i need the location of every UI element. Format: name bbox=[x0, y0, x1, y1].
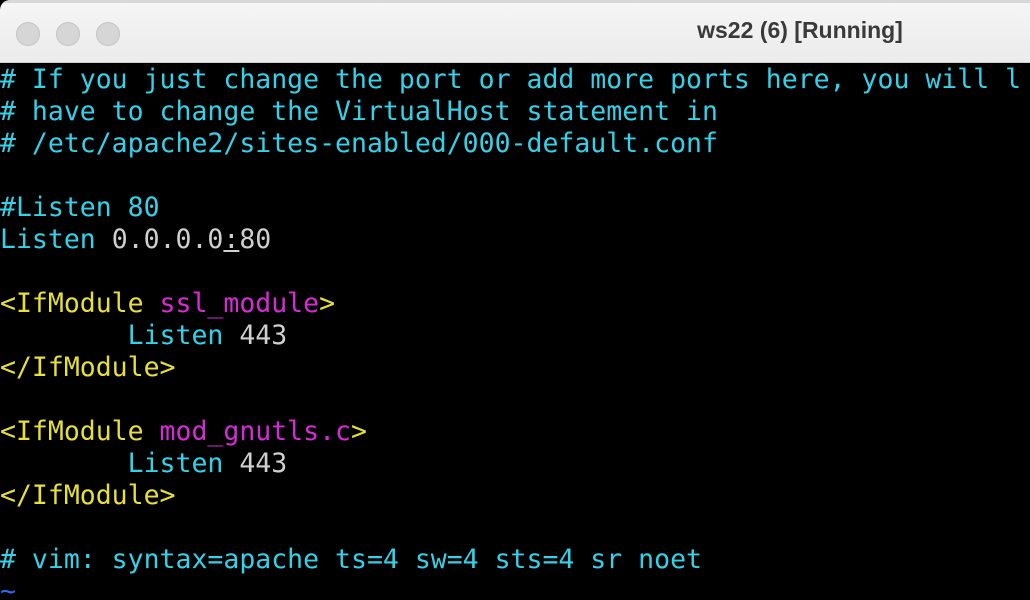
listen-port: 443 bbox=[223, 320, 288, 351]
ifmodule-open-tag: <IfModule bbox=[0, 416, 144, 447]
listen-port: 443 bbox=[223, 448, 288, 479]
terminal-line-13: Listen 443 bbox=[0, 448, 1030, 480]
titlebar-top-strip bbox=[0, 0, 1030, 3]
ifmodule-open-tag-close: > bbox=[351, 416, 367, 447]
terminal-line-10: </IfModule> bbox=[0, 352, 176, 383]
terminal-line-14: </IfModule> bbox=[0, 480, 176, 511]
terminal-line-7 bbox=[0, 256, 1030, 288]
minimize-window-button[interactable] bbox=[56, 22, 80, 46]
terminal-screen[interactable]: # If you just change the port or add mor… bbox=[0, 63, 1030, 600]
gnutls-module-name: mod_gnutls.c bbox=[143, 416, 352, 447]
terminal-line-6: Listen 0.0.0.0:80 bbox=[0, 224, 1030, 256]
terminal-line-3: # /etc/apache2/sites-enabled/000-default… bbox=[0, 128, 718, 159]
terminal-line-5: #Listen 80 bbox=[0, 192, 160, 223]
listen-keyword: Listen bbox=[0, 224, 96, 255]
terminal-line-15 bbox=[0, 512, 1030, 544]
listen-port: 80 bbox=[239, 224, 272, 255]
listen-keyword: Listen bbox=[127, 320, 224, 351]
terminal-line-2: # have to change the VirtualHost stateme… bbox=[0, 96, 718, 127]
terminal-line-16: # vim: syntax=apache ts=4 sw=4 sts=4 sr … bbox=[0, 544, 702, 575]
listen-keyword: Listen bbox=[127, 448, 224, 479]
text-cursor: : bbox=[223, 224, 240, 255]
ifmodule-open-tag: <IfModule bbox=[0, 288, 144, 319]
terminal-line-9: Listen 443 bbox=[0, 320, 1030, 352]
terminal-line-12: <IfModule mod_gnutls.c> bbox=[0, 416, 1030, 448]
zoom-window-button[interactable] bbox=[96, 22, 120, 46]
ifmodule-open-tag-close: > bbox=[319, 288, 336, 319]
window-titlebar[interactable]: ws22 (6) [Running] bbox=[0, 0, 1030, 63]
terminal-line-1: # If you just change the port or add mor… bbox=[0, 64, 1022, 95]
vim-empty-line-tilde: ~ bbox=[0, 576, 16, 600]
terminal-line-4 bbox=[0, 160, 1030, 192]
terminal-line-11 bbox=[0, 384, 1030, 416]
listen-address: 0.0.0.0 bbox=[95, 224, 224, 255]
ssl-module-name: ssl_module bbox=[143, 288, 320, 319]
terminal-line-8: <IfModule ssl_module> bbox=[0, 288, 1030, 320]
vm-window: ws22 (6) [Running] # If you just change … bbox=[0, 0, 1030, 600]
close-window-button[interactable] bbox=[16, 22, 40, 46]
window-title: ws22 (6) [Running] bbox=[697, 17, 903, 43]
